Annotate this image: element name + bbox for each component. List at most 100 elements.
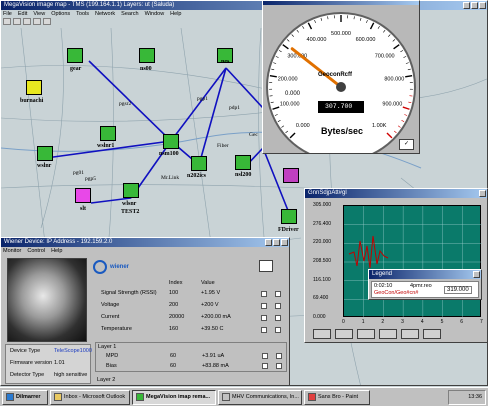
taskbar-item-megavision[interactable]: MegaVision imap rema... xyxy=(132,389,216,405)
device-row-checkbox[interactable] xyxy=(261,315,267,321)
gauge-tick-label: 500.000 xyxy=(331,31,351,37)
maximize-button[interactable] xyxy=(273,239,280,246)
menu-help[interactable]: Help xyxy=(51,247,62,255)
device-settings-icon[interactable] xyxy=(259,260,273,272)
menu-options[interactable]: Options xyxy=(51,10,70,18)
legend-window[interactable]: Legend 0:02:10 4pmr.reo GeoCon/Geo#cn# 3… xyxy=(368,269,482,300)
network-node-wslnr1[interactable] xyxy=(100,126,116,141)
zoom-button[interactable] xyxy=(357,329,375,339)
network-node-ns00[interactable] xyxy=(139,48,155,63)
gauge-tick-label: 600.000 xyxy=(356,37,376,43)
print-button[interactable] xyxy=(401,329,419,339)
network-node-slt[interactable] xyxy=(75,188,91,203)
device-row-checkbox[interactable] xyxy=(275,315,281,321)
graph-titlebar[interactable]: GnnSdjpAtt#gl xyxy=(305,189,487,198)
device-row-checkbox[interactable] xyxy=(275,327,281,333)
legend-titlebar[interactable]: Legend xyxy=(369,270,481,279)
node-label: wslnr xyxy=(37,163,52,169)
menu-network[interactable]: Network xyxy=(95,10,115,18)
node-label: wlsnr xyxy=(122,201,137,207)
taskbar-item-outlook[interactable]: Inbox - Microsoft Outlook xyxy=(50,389,130,405)
toolbar-button-1[interactable] xyxy=(3,18,11,25)
device-row-value: +39.50 C xyxy=(201,326,224,332)
link-label: Gec xyxy=(249,132,258,138)
menu-edit[interactable]: Edit xyxy=(18,10,27,18)
gauge-options-icon[interactable]: ✓ xyxy=(399,139,414,150)
network-node-n202ics[interactable] xyxy=(191,156,207,171)
device-menubar: Monitor Control Help xyxy=(1,247,289,255)
network-node-magenta[interactable] xyxy=(283,168,299,183)
menu-window[interactable]: Window xyxy=(145,10,165,18)
device-row-index: 200 xyxy=(169,302,179,308)
legend-series-name: GeoCon/Geo#cn# xyxy=(374,290,419,296)
menu-search[interactable]: Search xyxy=(121,10,138,18)
pan-button[interactable] xyxy=(379,329,397,339)
device-row-value: +200 V xyxy=(201,302,219,308)
windows-icon xyxy=(6,393,14,401)
device-row-checkbox[interactable] xyxy=(261,303,267,309)
layer1-panel: Layer 1 MPD 60 +3.91 uA Bias 60 +83.88 m… xyxy=(95,342,287,372)
device-row-value: +200.00 mA xyxy=(201,314,231,320)
minimize-button[interactable] xyxy=(463,2,470,9)
device-row-checkbox[interactable] xyxy=(275,303,281,309)
x-tick-label: 2 xyxy=(381,319,385,325)
gauge-window[interactable]: 0.000 100.000 200.000 300.000 400.000 500.000… xyxy=(262,0,420,154)
layer1-row-index: 60 xyxy=(170,353,177,359)
network-node-burnachi[interactable] xyxy=(26,80,42,95)
device-row-checkbox[interactable] xyxy=(261,327,267,333)
device-row-index: 160 xyxy=(169,326,179,332)
gauge-tick-label: 1.00K xyxy=(372,123,387,129)
layer1-checkbox[interactable] xyxy=(262,363,268,369)
toolbar-button-2[interactable] xyxy=(13,18,21,25)
menu-monitor[interactable]: Monitor xyxy=(3,247,21,255)
device-row-checkbox[interactable] xyxy=(261,291,267,297)
menu-tools[interactable]: Tools xyxy=(76,10,89,18)
device-row-index: 100 xyxy=(169,290,179,296)
graph-window[interactable]: GnnSdjpAtt#gl 305.000 276.400 220.000 208.5… xyxy=(304,188,488,343)
start-button[interactable]: Dilmarrer xyxy=(2,389,48,405)
legend-time: 0:02:10 xyxy=(374,283,393,289)
layer1-checkbox[interactable] xyxy=(276,353,282,359)
toolbar-button-3[interactable] xyxy=(23,18,31,25)
menu-control[interactable]: Control xyxy=(27,247,45,255)
close-button[interactable] xyxy=(473,271,480,278)
toolbar-button-5[interactable] xyxy=(43,18,51,25)
menu-file[interactable]: File xyxy=(3,10,12,18)
menu-view[interactable]: View xyxy=(33,10,45,18)
toolbar-button-4[interactable] xyxy=(33,18,41,25)
export-button[interactable] xyxy=(423,329,441,339)
taskbar-item-paint[interactable]: Sans Bro - Paint xyxy=(304,389,370,405)
graph-series-line xyxy=(348,235,389,269)
layer1-checkbox[interactable] xyxy=(262,353,268,359)
taskbar-item-mhv[interactable]: MHV Communications, In... xyxy=(218,389,302,405)
x-tick-label: 3 xyxy=(401,319,404,325)
close-button[interactable] xyxy=(281,239,288,246)
gauge-value: 307.700 xyxy=(325,103,353,110)
system-tray: 13:36 xyxy=(448,389,486,405)
minimize-button[interactable] xyxy=(265,239,272,246)
menu-help[interactable]: Help xyxy=(170,10,181,18)
info-value-firmware: 1.01 xyxy=(54,360,65,366)
node-label: nsm100 xyxy=(159,151,179,157)
network-node-nsl200[interactable] xyxy=(235,155,251,170)
device-window[interactable]: Wiener Device: IP Address - 192.159.2.0 … xyxy=(0,237,290,386)
network-node-nsm100[interactable] xyxy=(163,134,179,149)
node-label: ns00 xyxy=(140,66,152,72)
network-node-wlsnr[interactable] xyxy=(123,183,139,198)
device-row-checkbox[interactable] xyxy=(275,291,281,297)
info-label-device-type: Device Type xyxy=(10,348,41,354)
network-node-wslnr[interactable] xyxy=(37,146,53,161)
layer1-checkbox[interactable] xyxy=(276,363,282,369)
close-button[interactable] xyxy=(479,190,486,197)
node-label: nes xyxy=(221,59,230,65)
device-titlebar[interactable]: Wiener Device: IP Address - 192.159.2.0 xyxy=(1,238,289,247)
close-button[interactable] xyxy=(479,2,486,9)
maximize-button[interactable] xyxy=(471,2,478,9)
network-node-fdriver[interactable] xyxy=(281,209,297,224)
device-row-name: Temperature xyxy=(101,326,132,332)
node-label: nsl200 xyxy=(235,172,252,178)
device-row-name: Current xyxy=(101,314,120,320)
stop-button[interactable] xyxy=(313,329,331,339)
network-node-gear[interactable] xyxy=(67,48,83,63)
record-button[interactable] xyxy=(335,329,353,339)
